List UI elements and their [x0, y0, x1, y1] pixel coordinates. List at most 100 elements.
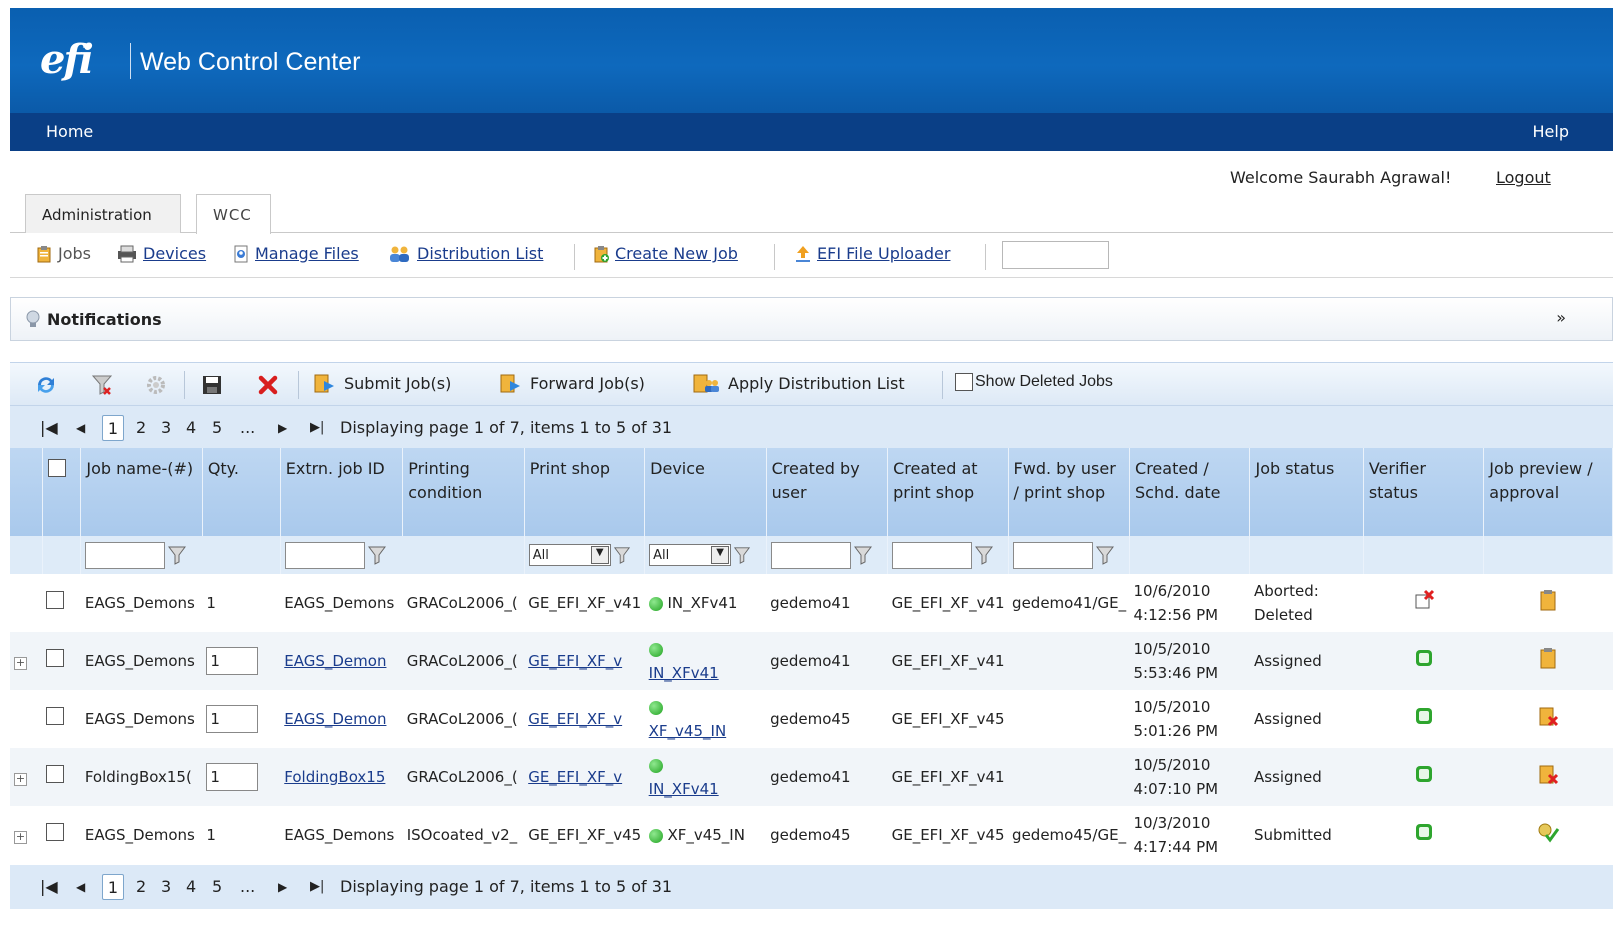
table-row[interactable]: + EAGS_Demons 1 EAGS_Demon GRACoL2006_( … [10, 632, 1613, 690]
preview-rejected-icon[interactable] [1537, 763, 1559, 785]
col-job-status[interactable]: Job status [1249, 448, 1364, 536]
devices-link[interactable]: Devices [116, 244, 206, 263]
fwd-by-filter-input[interactable] [1012, 541, 1093, 569]
row-checkbox[interactable] [46, 706, 65, 725]
first-page-icon[interactable]: |◀ [40, 418, 58, 437]
extrn-id-filter-input[interactable] [284, 541, 365, 569]
show-deleted-checkbox[interactable] [955, 373, 973, 391]
jobs-link[interactable]: Jobs [35, 244, 91, 263]
clipboard-icon[interactable] [1538, 589, 1558, 611]
device-link[interactable]: IN_XFv41 [649, 780, 719, 798]
filter-icon[interactable] [853, 545, 873, 565]
page-number[interactable]: 3 [161, 877, 171, 896]
nav-home-link[interactable]: Home [46, 122, 93, 141]
row-checkbox[interactable] [46, 764, 65, 783]
file-uploader-label[interactable]: EFI File Uploader [817, 244, 950, 263]
manage-files-link[interactable]: Manage Files [232, 244, 359, 263]
print-shop-select[interactable]: All ▼ [528, 544, 611, 566]
col-created-by[interactable]: Created by user [766, 448, 889, 536]
preview-approved-icon[interactable] [1536, 821, 1560, 843]
submit-jobs-button[interactable]: Submit Job(s) [312, 371, 451, 395]
col-created-date[interactable]: Created / Schd. date [1129, 448, 1251, 536]
filter-icon[interactable] [974, 545, 994, 565]
print-shop-link[interactable]: GE_EFI_XF_v [528, 710, 622, 728]
col-extrn-job-id[interactable]: Extrn. job ID [280, 448, 404, 536]
job-name-filter-input[interactable] [85, 541, 166, 569]
page-number[interactable]: 5 [212, 418, 222, 437]
col-fwd-by[interactable]: Fwd. by user / print shop [1008, 448, 1131, 536]
page-number[interactable]: 4 [186, 877, 196, 896]
forward-jobs-button[interactable]: Forward Job(s) [498, 371, 645, 395]
col-verifier-status[interactable]: Verifier status [1363, 448, 1485, 536]
page-more[interactable]: ... [240, 877, 255, 896]
extrn-id-link[interactable]: FoldingBox15 [284, 768, 385, 786]
expand-icon[interactable]: + [14, 657, 27, 670]
delete-icon[interactable] [256, 373, 280, 397]
verifier-error-icon[interactable] [1413, 589, 1435, 611]
page-number[interactable]: 2 [136, 877, 146, 896]
last-page-icon[interactable]: ▶| [310, 879, 324, 894]
refresh-icon[interactable] [34, 373, 58, 397]
devices-label[interactable]: Devices [143, 244, 206, 263]
filter-icon[interactable] [613, 545, 631, 565]
extrn-id-link[interactable]: EAGS_Demon [284, 652, 386, 670]
device-select[interactable]: All ▼ [649, 544, 732, 566]
apply-distribution-button[interactable]: Apply Distribution List [692, 371, 905, 395]
search-input[interactable] [1002, 241, 1109, 269]
filter-icon[interactable] [1095, 545, 1115, 565]
prev-page-icon[interactable]: ◀ [76, 880, 85, 894]
col-print-shop[interactable]: Print shop [524, 448, 646, 536]
col-device[interactable]: Device [644, 448, 767, 536]
save-icon[interactable] [200, 373, 224, 397]
table-row[interactable]: EAGS_Demons 1 EAGS_Demon GRACoL2006_( GE… [10, 690, 1613, 748]
notifications-panel[interactable]: Notifications » [10, 297, 1613, 341]
created-at-filter-input[interactable] [892, 541, 973, 569]
create-new-job-link[interactable]: Create New Job [592, 244, 738, 263]
col-job-preview[interactable]: Job preview / approval [1483, 448, 1613, 536]
col-created-at[interactable]: Created at print shop [887, 448, 1009, 536]
show-deleted-toggle[interactable]: Show Deleted Jobs [955, 373, 1113, 391]
last-page-icon[interactable]: ▶| [310, 420, 324, 435]
qty-input[interactable]: 1 [206, 647, 259, 675]
row-checkbox[interactable] [46, 648, 65, 667]
tab-wcc[interactable]: WCC [196, 194, 271, 234]
page-number[interactable]: 1 [102, 415, 124, 441]
table-row[interactable]: EAGS_Demons 1 EAGS_Demons GRACoL2006_( G… [10, 574, 1613, 632]
expand-icon[interactable]: + [14, 831, 27, 844]
filter-icon[interactable] [367, 545, 387, 565]
filter-icon[interactable] [733, 545, 751, 565]
verifier-ok-icon[interactable] [1414, 648, 1434, 668]
expand-icon[interactable]: + [14, 773, 27, 786]
col-printing-condition[interactable]: Printing condition [402, 448, 525, 536]
device-link[interactable]: IN_XFv41 [649, 664, 719, 682]
page-number[interactable]: 1 [102, 874, 124, 900]
row-checkbox[interactable] [46, 822, 65, 841]
next-page-icon[interactable]: ▶ [278, 421, 287, 435]
tab-administration[interactable]: Administration [25, 194, 181, 233]
created-by-filter-input[interactable] [770, 541, 851, 569]
chevron-double-down-icon[interactable]: » [1556, 308, 1566, 327]
qty-input[interactable]: 1 [206, 763, 259, 791]
print-shop-link[interactable]: GE_EFI_XF_v [528, 768, 622, 786]
page-number[interactable]: 3 [161, 418, 171, 437]
row-checkbox[interactable] [46, 590, 65, 609]
manage-files-label[interactable]: Manage Files [255, 244, 359, 263]
col-qty[interactable]: Qty. [202, 448, 281, 536]
verifier-ok-icon[interactable] [1414, 706, 1434, 726]
nav-help-link[interactable]: Help [1533, 122, 1569, 141]
next-page-icon[interactable]: ▶ [278, 880, 287, 894]
verifier-ok-icon[interactable] [1414, 822, 1434, 842]
table-row[interactable]: + EAGS_Demons 1 EAGS_Demons ISOcoated_v2… [10, 806, 1613, 864]
col-job-name[interactable]: Job name-(#) [80, 448, 203, 536]
distribution-list-label[interactable]: Distribution List [417, 244, 543, 263]
device-link[interactable]: XF_v45_IN [649, 722, 727, 740]
prev-page-icon[interactable]: ◀ [76, 421, 85, 435]
clipboard-icon[interactable] [1538, 647, 1558, 669]
table-row[interactable]: + FoldingBox15( 1 FoldingBox15 GRACoL200… [10, 748, 1613, 806]
page-number[interactable]: 5 [212, 877, 222, 896]
logout-link[interactable]: Logout [1496, 168, 1551, 187]
create-new-job-label[interactable]: Create New Job [615, 244, 738, 263]
gear-icon[interactable] [144, 373, 168, 397]
select-all-checkbox[interactable] [47, 459, 66, 477]
first-page-icon[interactable]: |◀ [40, 877, 58, 896]
